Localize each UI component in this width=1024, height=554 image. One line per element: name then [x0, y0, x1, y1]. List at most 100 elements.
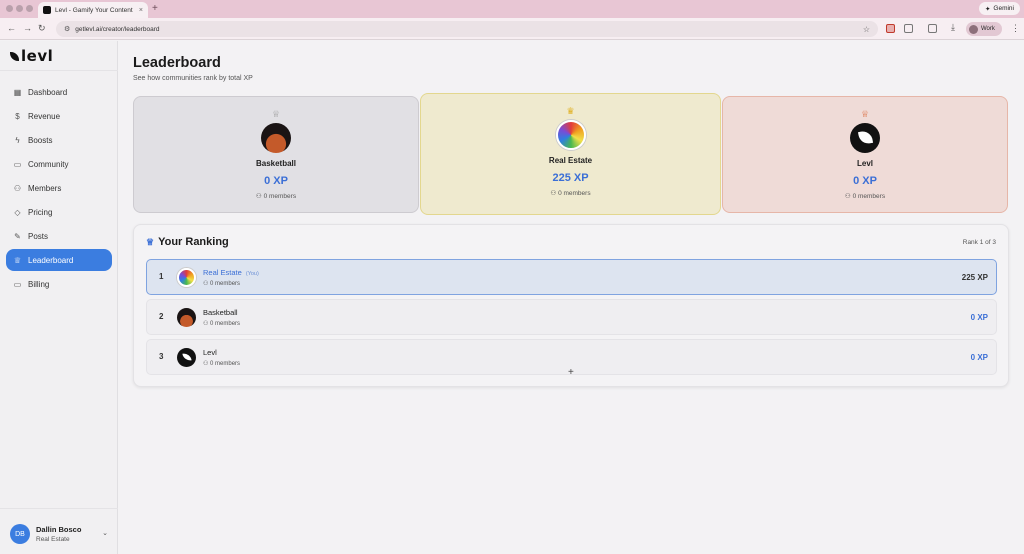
gemini-button[interactable]: ✦ Gemini: [978, 2, 1020, 15]
community-members: ⚇ 0 members: [845, 192, 885, 200]
dollar-icon: $: [15, 111, 20, 121]
sidebar-item-label: Community: [28, 159, 69, 169]
tab-title: Levl - Gamify Your Content: [55, 6, 133, 14]
levl-leaf-icon: [10, 51, 19, 61]
members-count: 0 members: [210, 321, 241, 327]
sidebar-item-label: Pricing: [28, 207, 53, 217]
row-xp: 0 XP: [970, 353, 988, 362]
silver-medal-icon: ♕: [271, 109, 281, 119]
members-count: 0 members: [852, 193, 886, 200]
browser-tab-bar: Levl - Gamify Your Content × + ✦ Gemini: [0, 0, 1024, 18]
chat-icon: ▭: [13, 159, 22, 169]
community-name: Levl: [856, 159, 873, 168]
podium-card-first[interactable]: ♛ Real Estate 225 XP ⚇ 0 members: [420, 93, 721, 215]
bookmark-star-icon[interactable]: ☆: [863, 25, 870, 34]
real-estate-avatar: [555, 120, 586, 150]
your-ranking-panel: ♕ Your Ranking Rank 1 of 3 1 Real Estate…: [133, 224, 1009, 387]
sidebar-item-label: Revenue: [28, 111, 61, 121]
members-count: 0 members: [558, 190, 591, 197]
basketball-avatar: [177, 308, 196, 327]
real-estate-avatar: [177, 268, 196, 287]
site-info-icon[interactable]: ⚙: [64, 25, 70, 33]
sidepanel-icon[interactable]: [928, 24, 937, 33]
user-menu[interactable]: DB Dallin Bosco Real Estate ⌄: [10, 522, 110, 546]
browser-tab[interactable]: Levl - Gamify Your Content ×: [38, 2, 148, 18]
ranking-row[interactable]: 1 Real Estate (You) ⚇ 0 members 225 XP: [146, 259, 997, 295]
community-xp: 0 XP: [264, 175, 288, 187]
sidebar-item-revenue[interactable]: $ Revenue: [6, 105, 112, 127]
row-members: ⚇ 0 members: [203, 280, 240, 287]
sidebar-item-boosts[interactable]: ϟ Boosts: [6, 129, 112, 151]
divider: [0, 70, 118, 71]
window-minimize-button[interactable]: [16, 5, 23, 12]
sidebar-item-billing[interactable]: ▭ Billing: [6, 273, 112, 295]
user-community: Real Estate: [36, 536, 70, 543]
sidebar-item-label: Posts: [28, 231, 49, 241]
rank-number: 3: [159, 352, 164, 361]
forward-arrow-icon[interactable]: →: [23, 23, 32, 33]
users-icon: ⚇: [13, 183, 22, 193]
profile-label: Work: [981, 26, 995, 32]
rank-position: Rank 1 of 3: [962, 239, 996, 246]
community-name: Real Estate: [548, 156, 593, 165]
sidebar-item-label: Boosts: [28, 135, 53, 145]
users-icon: ⚇: [203, 281, 211, 287]
community-members: ⚇ 0 members: [550, 189, 590, 197]
users-icon: ⚇: [550, 190, 559, 197]
window-close-button[interactable]: [6, 5, 13, 12]
user-avatar: DB: [10, 524, 30, 544]
users-icon: ⚇: [203, 321, 211, 327]
you-badge: (You): [245, 271, 259, 277]
download-icon[interactable]: ⤓: [951, 22, 955, 33]
bolt-icon: ϟ: [15, 135, 20, 145]
community-xp: 225 XP: [552, 172, 589, 184]
sidebar-item-label: Members: [28, 183, 62, 193]
levl-logo[interactable]: levl: [10, 47, 53, 65]
sidebar-item-leaderboard[interactable]: ♕ Leaderboard: [6, 249, 112, 271]
members-count: 0 members: [210, 281, 241, 287]
extensions-puzzle-icon[interactable]: [904, 24, 913, 33]
address-bar[interactable]: ⚙ getlevl.ai/creator/leaderboard ☆: [56, 21, 878, 37]
ranking-row[interactable]: 2 Basketball ⚇ 0 members 0 XP: [146, 299, 997, 335]
main-content: Leaderboard See how communities rank by …: [119, 41, 1024, 554]
page-subtitle: See how communities rank by total XP: [133, 75, 253, 82]
users-icon: ⚇: [203, 361, 211, 367]
row-xp: 225 XP: [961, 273, 988, 282]
card-icon: ▭: [13, 279, 22, 289]
sidebar-item-pricing[interactable]: ◇ Pricing: [6, 201, 112, 223]
levl-avatar: [850, 123, 880, 153]
sidebar: levl ▦ Dashboard $ Revenue ϟ Boosts ▭ Co…: [0, 41, 118, 554]
row-members: ⚇ 0 members: [203, 360, 240, 367]
trophy-icon: ♕: [146, 236, 155, 247]
sidebar-item-posts[interactable]: ✎ Posts: [6, 225, 112, 247]
close-tab-icon[interactable]: ×: [139, 7, 143, 14]
community-members: ⚇ 0 members: [256, 192, 296, 200]
sidebar-item-label: Dashboard: [28, 87, 68, 97]
page-title: Leaderboard: [133, 55, 221, 71]
url-text: getlevl.ai/creator/leaderboard: [75, 25, 160, 33]
reload-icon[interactable]: ↻: [38, 23, 46, 34]
profile-button[interactable]: Work: [966, 22, 1002, 36]
browser-menu-icon[interactable]: ⋮: [1011, 23, 1020, 34]
levl-avatar: [177, 348, 196, 367]
sidebar-item-dashboard[interactable]: ▦ Dashboard: [6, 81, 112, 103]
layers-icon: ◇: [14, 207, 21, 217]
browser-toolbar: ← → ↻ ⚙ getlevl.ai/creator/leaderboard ☆…: [0, 18, 1024, 40]
gemini-label: Gemini: [993, 5, 1014, 12]
crosshair-cursor-icon: +: [568, 367, 574, 378]
community-name: Real Estate: [203, 268, 242, 277]
edit-icon: ✎: [14, 231, 21, 241]
window-zoom-button[interactable]: [26, 5, 33, 12]
rank-number: 1: [159, 272, 164, 281]
sparkle-icon: ✦: [984, 5, 991, 13]
new-tab-button[interactable]: +: [152, 3, 158, 14]
podium-card-second[interactable]: ♕ Basketball 0 XP ⚇ 0 members: [133, 96, 419, 213]
sidebar-item-community[interactable]: ▭ Community: [6, 153, 112, 175]
logo-text: levl: [21, 47, 54, 65]
chevron-down-icon[interactable]: ⌄: [102, 529, 108, 537]
sidebar-item-members[interactable]: ⚇ Members: [6, 177, 112, 199]
back-arrow-icon[interactable]: ←: [7, 23, 16, 33]
podium-card-third[interactable]: ♕ Levl 0 XP ⚇ 0 members: [722, 96, 1008, 213]
users-icon: ⚇: [255, 193, 264, 200]
extension-icon[interactable]: [886, 24, 895, 33]
